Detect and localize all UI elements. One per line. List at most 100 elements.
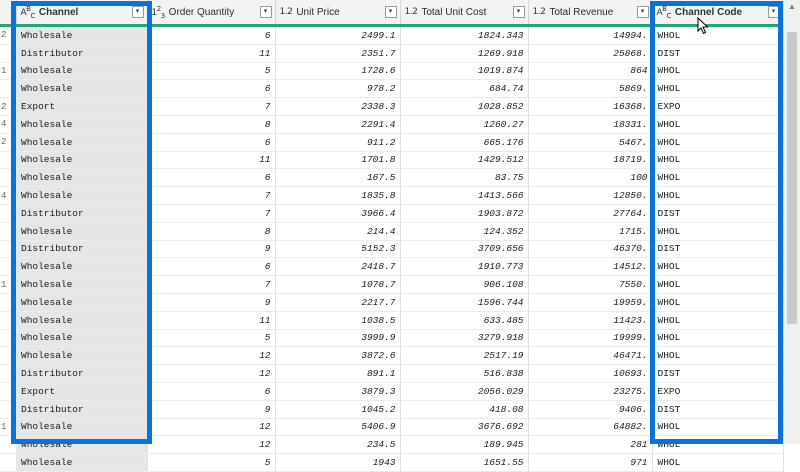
cell-unit-price[interactable]: 3879.3: [275, 382, 401, 401]
vertical-scrollbar[interactable]: ▲: [783, 0, 800, 444]
cell-total-unit-cost[interactable]: 1824.343: [400, 25, 529, 45]
cell-unit-price[interactable]: 5152.3: [275, 240, 401, 259]
cell-unit-price[interactable]: 2338.3: [275, 97, 401, 116]
cell-channel[interactable]: Wholesale: [16, 115, 148, 134]
cell-unit-price[interactable]: 2291.4: [275, 115, 401, 134]
cell-channel[interactable]: Wholesale: [16, 275, 148, 294]
cell-channel[interactable]: Wholesale: [16, 329, 148, 348]
dropdown-arrow-icon[interactable]: ▾: [384, 6, 397, 18]
cell-unit-price[interactable]: 2351.7: [275, 44, 401, 63]
cell-order-quantity[interactable]: 5: [147, 453, 276, 472]
cell-total-revenue[interactable]: 46471.: [528, 346, 653, 366]
cell-channel[interactable]: Wholesale: [16, 151, 148, 170]
column-header-unit-price[interactable]: 1.2 Unit Price ▾: [275, 0, 401, 27]
text-type-icon[interactable]: ABC: [21, 5, 36, 20]
table-row[interactable]: 2 Wholesale 6 911.2 665.176 5467. WHOL: [0, 133, 784, 152]
cell-unit-price[interactable]: 1038.5: [275, 311, 401, 330]
cell-channel-code[interactable]: WHOL: [652, 133, 784, 152]
cell-total-unit-cost[interactable]: 516.838: [400, 364, 529, 383]
cell-channel[interactable]: Distributor: [16, 44, 148, 63]
cell-unit-price[interactable]: 234.5: [275, 435, 401, 455]
cell-order-quantity[interactable]: 8: [147, 115, 276, 134]
cell-channel-code[interactable]: DIST: [652, 400, 784, 419]
column-header-order-quantity[interactable]: 123 Order Quantity ▾: [147, 0, 276, 27]
cell-total-revenue[interactable]: 864: [528, 62, 653, 81]
decimal-type-icon[interactable]: 1.2: [280, 7, 293, 17]
cell-channel-code[interactable]: DIST: [652, 364, 784, 383]
decimal-type-icon[interactable]: 1.2: [533, 7, 546, 17]
cell-channel[interactable]: Distributor: [16, 400, 148, 419]
table-row[interactable]: Wholesale 12 234.5 189.945 281 WHOL: [0, 435, 784, 455]
cell-total-unit-cost[interactable]: 189.945: [400, 435, 529, 455]
cell-unit-price[interactable]: 3872.6: [275, 346, 401, 366]
dropdown-arrow-icon[interactable]: ▾: [767, 6, 780, 18]
cell-channel[interactable]: Wholesale: [16, 222, 148, 241]
cell-total-unit-cost[interactable]: 3676.692: [400, 418, 529, 437]
cell-channel[interactable]: Wholesale: [16, 186, 148, 205]
cell-total-unit-cost[interactable]: 665.176: [400, 133, 529, 152]
cell-total-revenue[interactable]: 100: [528, 168, 653, 188]
cell-total-revenue[interactable]: 12850.: [528, 186, 653, 205]
cell-channel-code[interactable]: WHOL: [652, 186, 784, 205]
cell-order-quantity[interactable]: 9: [147, 240, 276, 259]
cell-total-unit-cost[interactable]: 1413.566: [400, 186, 529, 205]
table-row[interactable]: 1 Wholesale 5 1728.6 1019.874 864 WHOL: [0, 62, 784, 81]
column-header-total-unit-cost[interactable]: 1.2 Total Unit Cost ▾: [400, 0, 529, 27]
table-row[interactable]: 2 Export 7 2338.3 1028.852 16368. EXPO: [0, 97, 784, 116]
cell-total-revenue[interactable]: 9406.: [528, 400, 653, 419]
cell-channel-code[interactable]: WHOL: [652, 168, 784, 188]
cell-unit-price[interactable]: 3966.4: [275, 204, 401, 223]
cell-unit-price[interactable]: 2499.1: [275, 25, 401, 45]
cell-total-revenue[interactable]: 19999.: [528, 329, 653, 348]
cell-channel-code[interactable]: WHOL: [652, 329, 784, 348]
cell-unit-price[interactable]: 1045.2: [275, 400, 401, 419]
column-header-channel[interactable]: ABC Channel ▾: [16, 0, 148, 27]
cell-total-unit-cost[interactable]: 1260.27: [400, 115, 529, 134]
cell-channel[interactable]: Wholesale: [16, 453, 148, 472]
cell-unit-price[interactable]: 1078.7: [275, 275, 401, 294]
cell-channel[interactable]: Wholesale: [16, 435, 148, 455]
table-row[interactable]: Wholesale 6 2418.7 1910.773 14512. WHOL: [0, 257, 784, 277]
cell-order-quantity[interactable]: 5: [147, 62, 276, 81]
cell-channel-code[interactable]: WHOL: [652, 79, 784, 99]
cell-total-unit-cost[interactable]: 1429.512: [400, 151, 529, 170]
table-row[interactable]: 1 Wholesale 7 1078.7 906.108 7550. WHOL: [0, 275, 784, 294]
cell-total-revenue[interactable]: 5467.: [528, 133, 653, 152]
cell-total-unit-cost[interactable]: 1019.874: [400, 62, 529, 81]
cell-order-quantity[interactable]: 12: [147, 418, 276, 437]
text-type-icon[interactable]: ABC: [657, 5, 672, 20]
cell-channel-code[interactable]: EXPO: [652, 382, 784, 401]
cell-total-revenue[interactable]: 18719.: [528, 151, 653, 170]
cell-total-unit-cost[interactable]: 1910.773: [400, 257, 529, 277]
cell-total-unit-cost[interactable]: 1596.744: [400, 293, 529, 312]
cell-order-quantity[interactable]: 6: [147, 25, 276, 45]
cell-total-unit-cost[interactable]: 83.75: [400, 168, 529, 188]
cell-unit-price[interactable]: 5406.9: [275, 418, 401, 437]
cell-channel[interactable]: Export: [16, 97, 148, 116]
cell-order-quantity[interactable]: 8: [147, 222, 276, 241]
table-row[interactable]: 2 Wholesale 6 2499.1 1824.343 14994. WHOL: [0, 25, 784, 45]
cell-channel[interactable]: Wholesale: [16, 293, 148, 312]
dropdown-arrow-icon[interactable]: ▾: [131, 6, 144, 18]
cell-channel[interactable]: Wholesale: [16, 257, 148, 277]
cell-total-unit-cost[interactable]: 684.74: [400, 79, 529, 99]
cell-unit-price[interactable]: 1701.8: [275, 151, 401, 170]
cell-total-unit-cost[interactable]: 1028.852: [400, 97, 529, 116]
cell-channel[interactable]: Wholesale: [16, 133, 148, 152]
cell-channel-code[interactable]: WHOL: [652, 453, 784, 472]
table-row[interactable]: Distributor 12 891.1 516.838 10693. DIST: [0, 364, 784, 383]
cell-channel-code[interactable]: EXPO: [652, 97, 784, 116]
column-header-total-revenue[interactable]: 1.2 Total Revenue ▾: [528, 0, 653, 27]
table-row[interactable]: Distributor 9 1045.2 418.08 9406. DIST: [0, 400, 784, 419]
cell-channel[interactable]: Distributor: [16, 240, 148, 259]
cell-total-revenue[interactable]: 18331.: [528, 115, 653, 134]
cell-order-quantity[interactable]: 7: [147, 204, 276, 223]
cell-total-revenue[interactable]: 11423.: [528, 311, 653, 330]
cell-total-revenue[interactable]: 14994.: [528, 25, 653, 45]
cell-total-revenue[interactable]: 23275.: [528, 382, 653, 401]
cell-total-unit-cost[interactable]: 3709.656: [400, 240, 529, 259]
cell-order-quantity[interactable]: 11: [147, 44, 276, 63]
cell-order-quantity[interactable]: 12: [147, 346, 276, 366]
cell-channel-code[interactable]: WHOL: [652, 418, 784, 437]
cell-unit-price[interactable]: 2217.7: [275, 293, 401, 312]
